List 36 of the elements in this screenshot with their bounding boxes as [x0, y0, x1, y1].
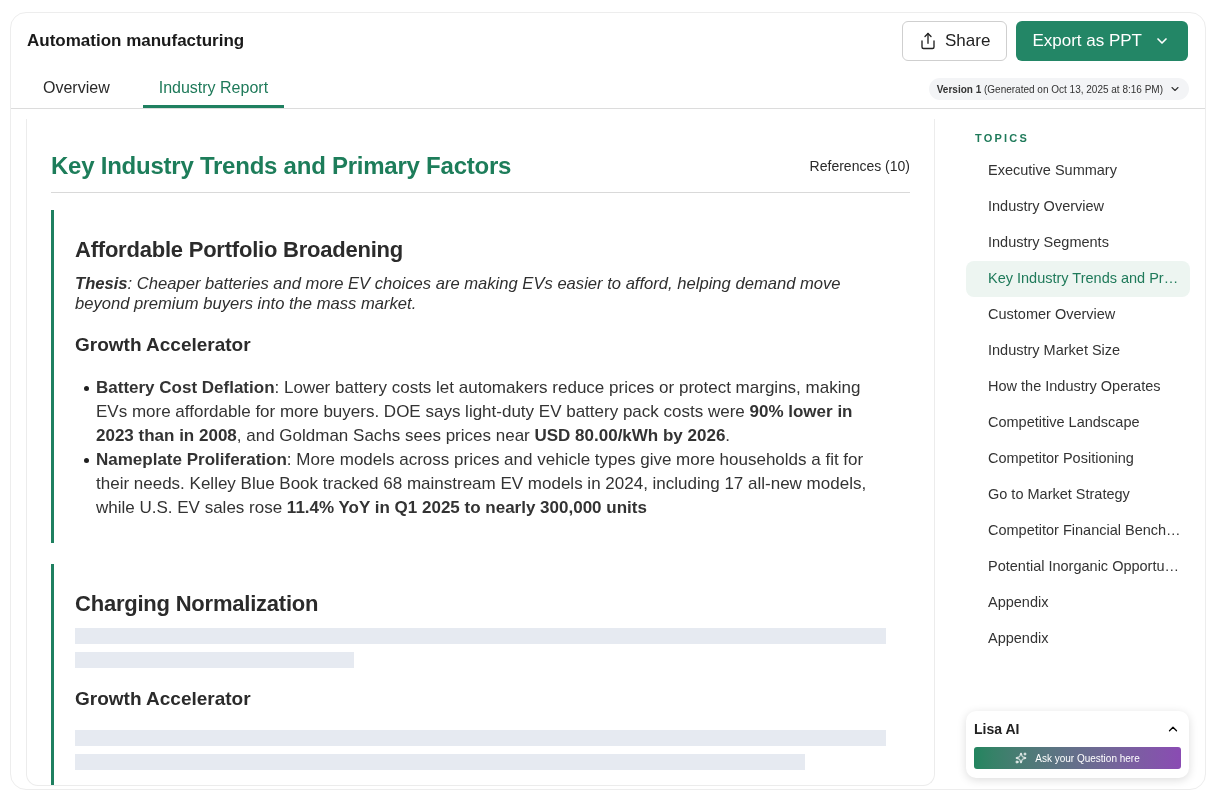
- bullet-icon: [84, 458, 89, 463]
- topic-item[interactable]: Appendix: [966, 621, 1190, 657]
- topic-item[interactable]: Industry Overview: [966, 189, 1190, 225]
- thesis-text: Thesis: Cheaper batteries and more EV choices are making EVs easier to afford, helping demand move beyond premium buyers into the mass market.: [75, 274, 842, 314]
- assistant-title: Lisa AI: [974, 719, 1020, 739]
- report-title: Key Industry Trends and Primary Factors: [51, 151, 512, 181]
- section-subheading: Growth Accelerator: [75, 687, 252, 711]
- bullet-icon: [84, 386, 89, 391]
- tab[interactable]: Overview: [27, 71, 126, 108]
- page-title: Automation manufacturing: [27, 30, 245, 53]
- references-link[interactable]: References (10): [809, 155, 910, 177]
- export-button[interactable]: Export as PPT: [1016, 21, 1188, 61]
- section-subheading: Growth Accelerator: [75, 333, 252, 357]
- topic-item[interactable]: Industry Segments: [966, 225, 1190, 261]
- topic-item[interactable]: Executive Summary: [966, 153, 1190, 189]
- topic-item[interactable]: Potential Inorganic Opportu…: [966, 549, 1190, 585]
- version-dropdown[interactable]: Version 1 (Generated on Oct 13, 2025 at 8:16 PM): [928, 78, 1189, 100]
- bullet-text: Battery Cost Deflation: Lower battery costs let automakers reduce prices or protect margins, making EVs more affordable for more buyers. DOE says light-duty EV battery pack costs were 90% lower in 2023 than in 2008, and Goldman Sachs sees prices near USD 80.00/kWh by 2026.: [96, 377, 862, 447]
- topic-item[interactable]: Industry Market Size: [966, 333, 1190, 369]
- topics-heading: TOPICS: [974, 131, 1030, 146]
- topic-item[interactable]: Go to Market Strategy: [966, 477, 1190, 513]
- topic-item[interactable]: Competitor Positioning: [966, 441, 1190, 477]
- share-icon: [919, 32, 937, 50]
- section-title: Affordable Portfolio Broadening: [75, 236, 405, 264]
- sparkle-icon: [1015, 752, 1028, 764]
- topic-item[interactable]: Competitive Landscape: [966, 405, 1190, 441]
- topic-item[interactable]: Customer Overview: [966, 297, 1190, 333]
- topic-item[interactable]: How the Industry Operates: [966, 369, 1190, 405]
- topic-item[interactable]: Key Industry Trends and Pr…: [966, 261, 1190, 297]
- bullet-text: Nameplate Proliferation: More models across prices and vehicle types give more households a fit for their needs. Kelley Blue Book tracked 68 mainstream EV models in 2024, including 17 all-new models, while U.S. EV sales rose 11.4% YoY in Q1 2025 to nearly 300,000 units: [96, 449, 868, 519]
- section-title: Charging Normalization: [75, 590, 320, 618]
- ask-question-button[interactable]: Ask your Question here: [974, 747, 1181, 769]
- topic-item[interactable]: Competitor Financial Bench…: [966, 513, 1190, 549]
- topic-item[interactable]: Appendix: [966, 585, 1190, 621]
- share-button[interactable]: Share: [902, 21, 1008, 61]
- tab[interactable]: Industry Report: [142, 71, 285, 108]
